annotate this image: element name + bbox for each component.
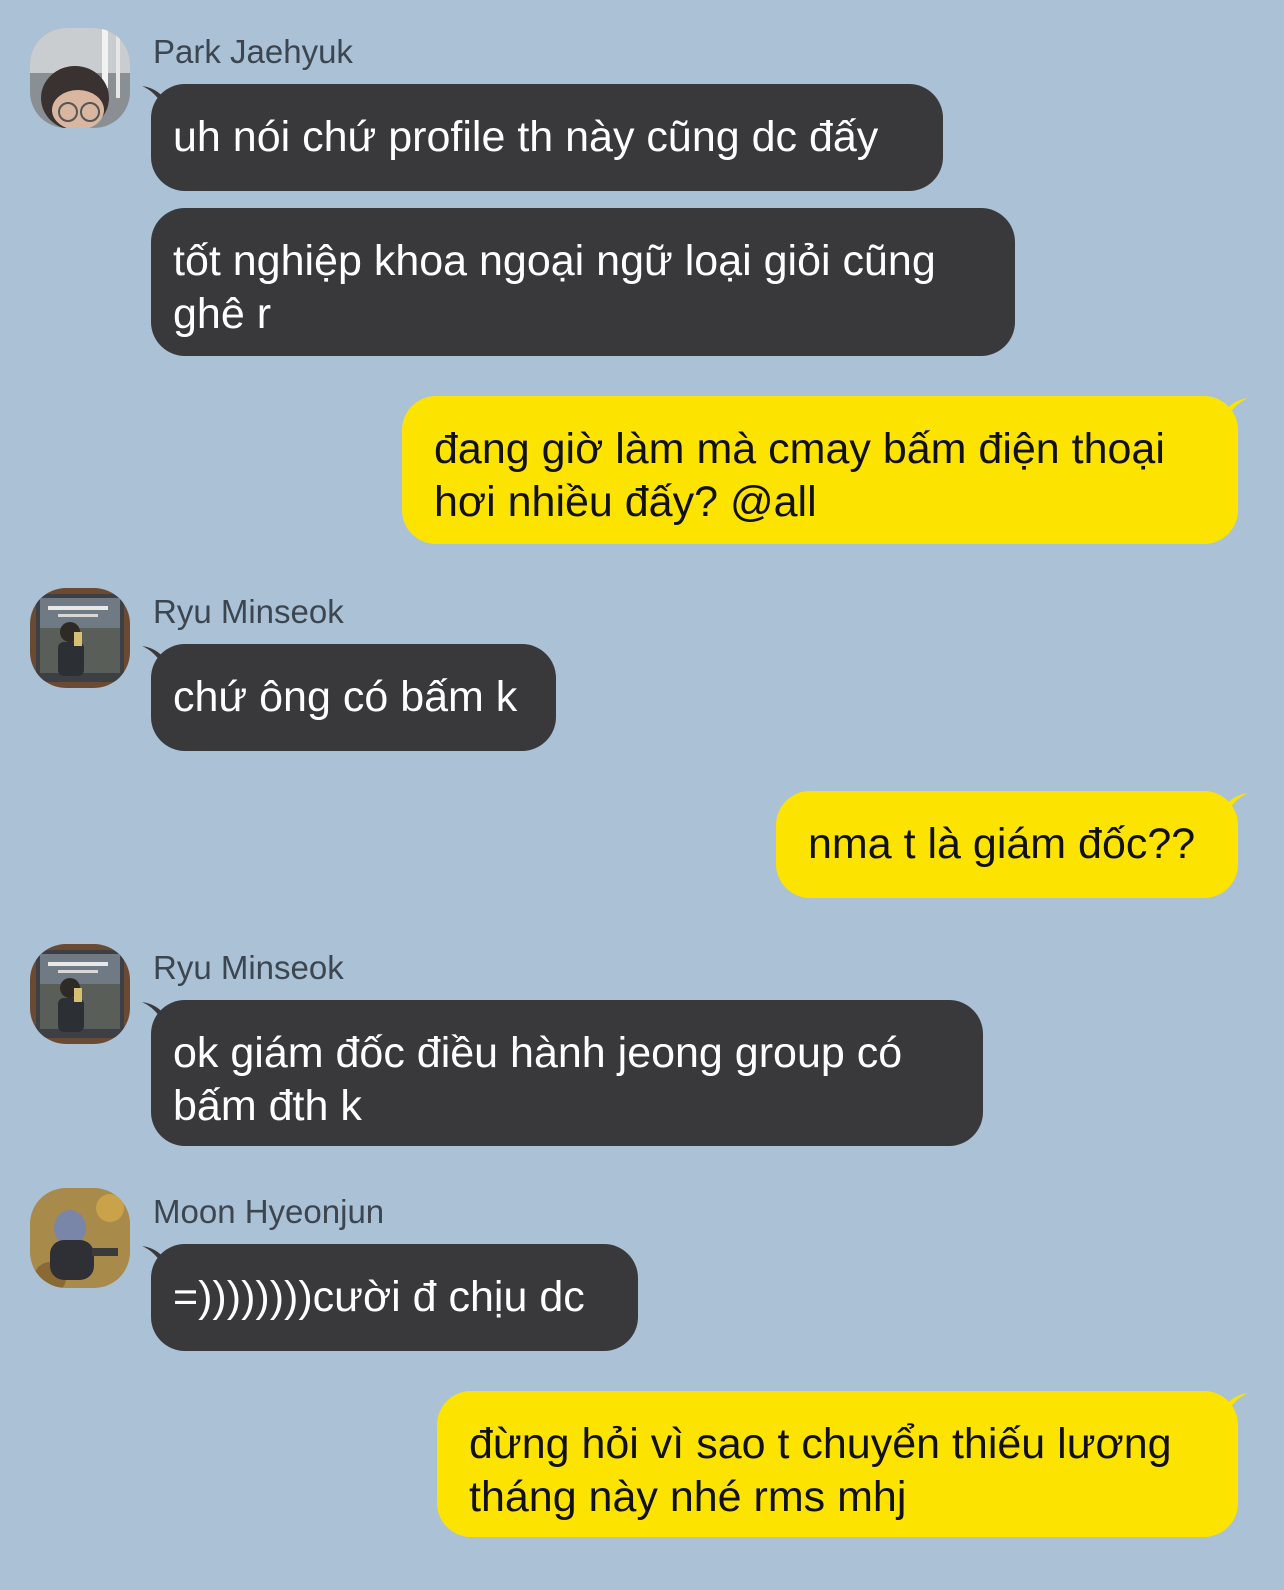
message-bubble-incoming[interactable]: =))))))))cười đ chịu dc (151, 1244, 638, 1351)
sender-name: Ryu Minseok (153, 949, 344, 986)
message-bubble-outgoing[interactable]: đang giờ làm mà cmay bấm điện thoại hơi … (402, 396, 1238, 544)
sender-name: Moon Hyeonjun (153, 1193, 385, 1230)
avatar-moon-hyeonjun[interactable] (30, 1188, 130, 1288)
avatar-ryu-minseok[interactable] (30, 944, 130, 1044)
message-text: hơi nhiều đấy? @all (434, 478, 817, 526)
message-text: chứ ông có bấm k (173, 673, 518, 721)
avatar-park-jaehyuk[interactable] (30, 28, 130, 128)
message-bubble-outgoing[interactable]: đừng hỏi vì sao t chuyển thiếu lương thá… (437, 1391, 1238, 1537)
message-text: ok giám đốc điều hành jeong group có (173, 1029, 903, 1077)
message-bubble-incoming[interactable]: tốt nghiệp khoa ngoại ngữ loại giỏi cũng… (151, 208, 1015, 356)
message-text: nma t là giám đốc?? (808, 820, 1196, 868)
message-bubble-incoming[interactable]: chứ ông có bấm k (151, 644, 556, 751)
profile-photo-icon (30, 588, 130, 688)
sender-name: Park Jaehyuk (153, 33, 353, 70)
message-text: tháng này nhé rms mhj (469, 1473, 907, 1521)
message-text: tốt nghiệp khoa ngoại ngữ loại giỏi cũng (173, 237, 936, 285)
message-text: =))))))))cười đ chịu dc (173, 1273, 585, 1321)
message-bubble-incoming[interactable]: uh nói chứ profile th này cũng dc đấy (151, 84, 943, 191)
message-text: đừng hỏi vì sao t chuyển thiếu lương (469, 1420, 1172, 1468)
message-text: ghê r (173, 290, 272, 338)
profile-photo-icon (30, 944, 130, 1044)
message-text: uh nói chứ profile th này cũng dc đấy (173, 113, 879, 161)
profile-photo-icon (30, 1188, 130, 1288)
message-bubble-outgoing[interactable]: nma t là giám đốc?? (776, 791, 1238, 898)
message-text: bấm đth k (173, 1082, 362, 1130)
profile-photo-icon (30, 28, 130, 128)
avatar-ryu-minseok[interactable] (30, 588, 130, 688)
sender-name: Ryu Minseok (153, 593, 344, 630)
message-text: đang giờ làm mà cmay bấm điện thoại (434, 425, 1165, 473)
message-bubble-incoming[interactable]: ok giám đốc điều hành jeong group có bấm… (151, 1000, 983, 1146)
